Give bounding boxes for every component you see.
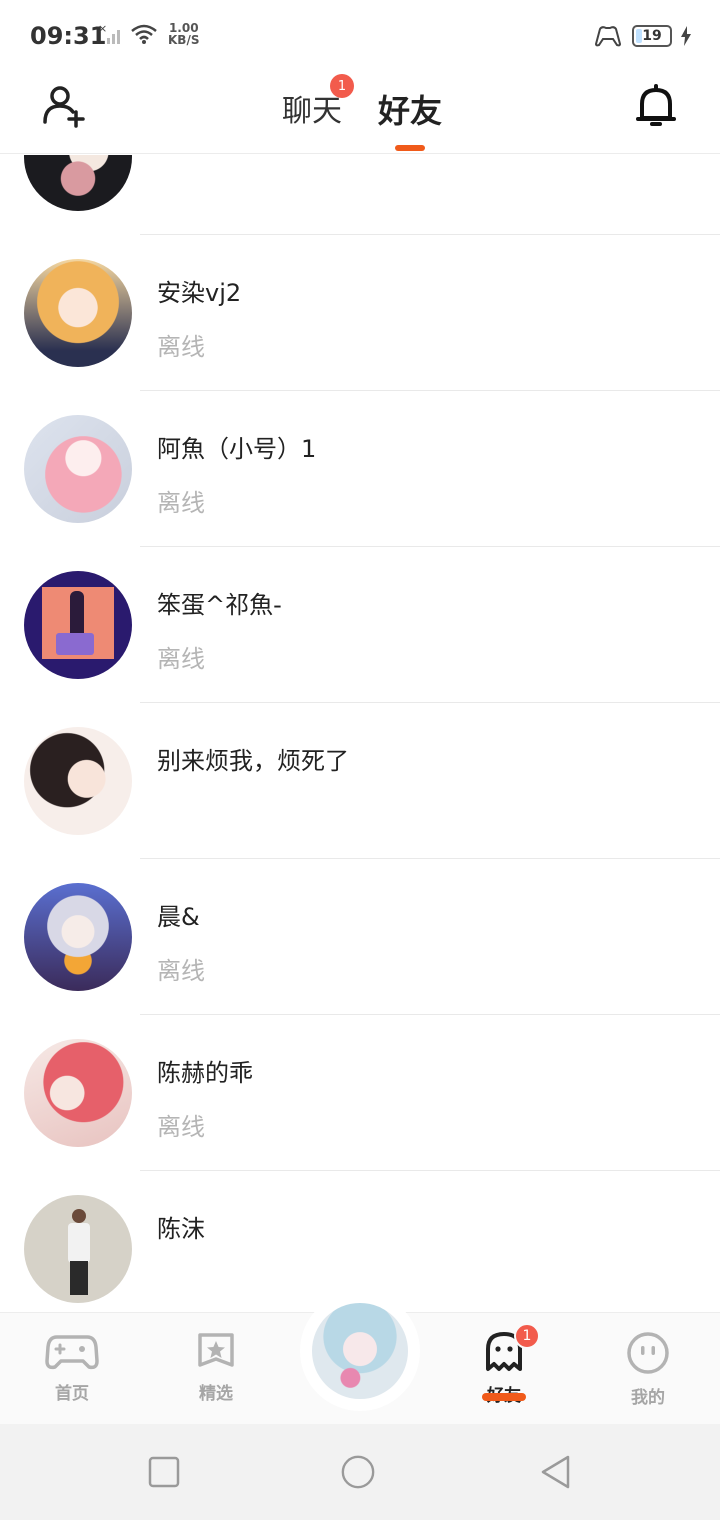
status-right-icons: 19 bbox=[592, 24, 692, 48]
nav-mine-label: 我的 bbox=[631, 1388, 665, 1408]
home-circle-icon[interactable] bbox=[340, 1454, 376, 1490]
svg-text:×: × bbox=[98, 22, 107, 35]
friend-row[interactable]: 阿魚（小号）1 离线 bbox=[0, 391, 720, 547]
status-left-icons: × 1.00 KB/S bbox=[98, 22, 199, 46]
game-mode-icon bbox=[594, 26, 622, 47]
friend-list[interactable]: 安染vj2 离线 阿魚（小号）1 离线 笨蛋^祁魚- 离线 别来烦我，烦死了 晨… bbox=[0, 155, 720, 1312]
friend-row[interactable] bbox=[0, 155, 720, 235]
nav-home[interactable]: 首页 bbox=[27, 1331, 117, 1404]
friend-row[interactable]: 笨蛋^祁魚- 离线 bbox=[0, 547, 720, 703]
friend-name: 晨& bbox=[157, 903, 200, 931]
charging-icon bbox=[681, 26, 691, 46]
status-time: 09:31 bbox=[30, 22, 107, 50]
friend-avatar[interactable] bbox=[24, 883, 132, 991]
friend-name: 别来烦我，烦死了 bbox=[157, 747, 349, 775]
friend-avatar[interactable] bbox=[24, 155, 132, 211]
nav-mine[interactable]: 我的 bbox=[603, 1331, 693, 1408]
bell-icon bbox=[636, 84, 676, 126]
friend-avatar[interactable] bbox=[24, 1195, 132, 1303]
star-card-icon bbox=[198, 1333, 234, 1367]
friend-avatar[interactable] bbox=[24, 1039, 132, 1147]
friend-name: 笨蛋^祁魚- bbox=[157, 591, 282, 619]
recent-apps-icon[interactable] bbox=[146, 1454, 182, 1490]
friend-status: 离线 bbox=[157, 1113, 205, 1141]
gamepad-icon bbox=[45, 1335, 99, 1370]
friend-row[interactable]: 别来烦我，烦死了 bbox=[0, 703, 720, 859]
friend-row[interactable]: 晨& 离线 bbox=[0, 859, 720, 1015]
add-friend-button[interactable] bbox=[40, 82, 90, 132]
friend-row[interactable]: 安染vj2 离线 bbox=[0, 235, 720, 391]
friend-status: 离线 bbox=[157, 645, 205, 673]
add-user-icon bbox=[43, 86, 85, 128]
friend-name: 安染vj2 bbox=[157, 279, 242, 307]
friend-status: 离线 bbox=[157, 333, 205, 361]
nav-home-label: 首页 bbox=[55, 1384, 89, 1404]
nav-friends-badge: 1 bbox=[514, 1323, 540, 1349]
friend-name: 陈沫 bbox=[157, 1215, 205, 1243]
net-speed-unit: KB/S bbox=[168, 33, 200, 47]
nav-active-underline bbox=[482, 1393, 526, 1401]
signal-icon: × bbox=[98, 22, 120, 44]
active-tab-indicator bbox=[395, 145, 425, 151]
tab-friends[interactable]: 好友 bbox=[378, 86, 442, 132]
battery-indicator: 19 bbox=[632, 25, 672, 47]
net-speed: 1.00 KB/S bbox=[168, 22, 199, 46]
friend-name: 陈赫的乖 bbox=[157, 1059, 253, 1087]
friend-row[interactable]: 陈赫的乖 离线 bbox=[0, 1015, 720, 1171]
friend-status: 离线 bbox=[157, 489, 205, 517]
chat-unread-badge: 1 bbox=[330, 74, 354, 98]
nav-featured[interactable]: 精选 bbox=[171, 1331, 261, 1404]
wifi-icon bbox=[131, 24, 157, 44]
back-triangle-icon[interactable] bbox=[538, 1454, 574, 1490]
notifications-button[interactable] bbox=[632, 82, 680, 130]
friend-avatar[interactable] bbox=[24, 415, 132, 523]
bottom-nav: 首页 精选 好友 1 我的 bbox=[0, 1291, 720, 1424]
system-navigation-bar bbox=[0, 1424, 720, 1520]
friend-avatar[interactable] bbox=[24, 571, 132, 679]
nav-center-avatar-button[interactable] bbox=[300, 1291, 420, 1411]
friend-name: 阿魚（小号）1 bbox=[157, 435, 317, 463]
friend-status: 离线 bbox=[157, 957, 205, 985]
battery-level: 19 bbox=[642, 28, 662, 44]
smiley-face-icon bbox=[627, 1332, 669, 1374]
nav-featured-label: 精选 bbox=[199, 1384, 233, 1404]
friend-avatar[interactable] bbox=[24, 259, 132, 367]
friend-avatar[interactable] bbox=[24, 727, 132, 835]
status-bar: 09:31 × 1.00 KB/S 19 bbox=[0, 0, 720, 72]
top-header: 聊天 1 好友 bbox=[0, 72, 720, 154]
profile-avatar bbox=[312, 1303, 408, 1399]
